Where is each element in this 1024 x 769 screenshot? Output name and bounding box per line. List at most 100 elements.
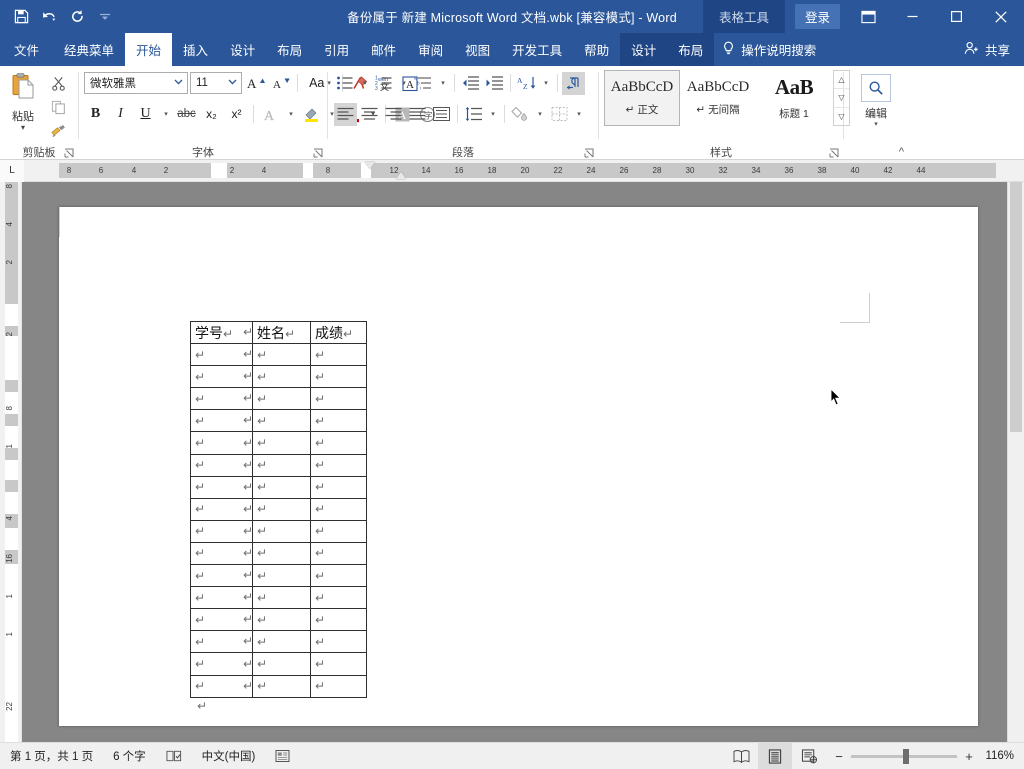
sign-in-button[interactable]: 登录 (795, 4, 840, 29)
table-cell[interactable]: ↵ (311, 653, 367, 675)
table-row[interactable]: ↵↵↵ (191, 410, 367, 432)
table-row[interactable]: ↵↵↵ (191, 542, 367, 564)
table-cell[interactable]: ↵ (311, 344, 367, 366)
tab-layout[interactable]: 布局 (266, 33, 313, 66)
table-header-cell[interactable]: 成绩↵ (311, 322, 367, 344)
customize-qat-icon[interactable] (92, 5, 118, 29)
paste-caret-icon[interactable]: ▾ (21, 125, 25, 131)
editing-button[interactable]: 编辑 ▾ (848, 70, 904, 128)
tab-references[interactable]: 引用 (313, 33, 360, 66)
table-cell[interactable]: ↵ (311, 520, 367, 542)
table-row[interactable]: ↵↵↵ (191, 344, 367, 366)
tab-review[interactable]: 审阅 (407, 33, 454, 66)
left-indent-marker[interactable] (396, 172, 406, 179)
page-indicator[interactable]: 第 1 页，共 1 页 (0, 748, 103, 764)
borders-chevron-icon[interactable]: ▾ (572, 103, 586, 126)
table-cell[interactable]: ↵ (311, 498, 367, 520)
copy-icon[interactable] (46, 97, 70, 118)
tab-view[interactable]: 视图 (454, 33, 501, 66)
bullets-icon[interactable] (334, 72, 357, 95)
tab-table-design[interactable]: 设计 (620, 33, 667, 66)
table-cell[interactable]: ↵ (253, 410, 311, 432)
table-cell[interactable]: ↵ (253, 454, 311, 476)
table-header-row[interactable]: 学号↵姓名↵成绩↵ (191, 322, 367, 344)
paragraph-dialog-launcher-icon[interactable] (584, 148, 595, 159)
align-right-icon[interactable] (382, 103, 405, 126)
redo-icon[interactable] (64, 5, 90, 29)
decrease-indent-icon[interactable] (459, 72, 482, 95)
table-cell[interactable]: ↵ (311, 388, 367, 410)
table-cell[interactable]: ↵ (253, 476, 311, 498)
table-cell[interactable]: ↵ (253, 653, 311, 675)
table-cell[interactable]: ↵ (311, 587, 367, 609)
table-row[interactable]: ↵↵↵ (191, 520, 367, 542)
style-item-no-spacing[interactable]: AaBbCcD ↵ 无间隔 (680, 70, 756, 126)
table-cell[interactable]: ↵ (253, 675, 311, 697)
word-count[interactable]: 6 个字 (103, 748, 156, 764)
sort-icon[interactable]: AZ (515, 72, 538, 95)
underline-chevron-icon[interactable]: ▾ (159, 103, 173, 126)
table-row[interactable]: ↵↵↵ (191, 609, 367, 631)
zoom-control[interactable]: − + (826, 749, 982, 764)
table-row[interactable]: ↵↵↵ (191, 565, 367, 587)
numbering-chevron-icon[interactable]: ▾ (397, 72, 411, 95)
view-print-layout-button[interactable] (758, 743, 792, 769)
table-cell[interactable]: ↵ (253, 565, 311, 587)
tell-me-search[interactable]: 操作说明搜索 (714, 33, 826, 66)
ribbon-display-options-icon[interactable] (846, 0, 890, 33)
multilevel-list-icon[interactable]: abi (412, 72, 435, 95)
table-header-cell[interactable]: 姓名↵ (253, 322, 311, 344)
font-name-combobox[interactable]: 微软雅黑 (84, 72, 188, 94)
sort-chevron-icon[interactable]: ▾ (539, 72, 553, 95)
tab-developer[interactable]: 开发工具 (501, 33, 573, 66)
close-icon[interactable] (978, 0, 1024, 33)
table-row[interactable]: ↵↵↵ (191, 432, 367, 454)
tab-design[interactable]: 设计 (219, 33, 266, 66)
zoom-slider[interactable] (851, 755, 957, 758)
font-dialog-launcher-icon[interactable] (313, 148, 324, 159)
table-cell[interactable]: ↵ (253, 609, 311, 631)
table-row[interactable]: ↵↵↵ (191, 366, 367, 388)
zoom-in-button[interactable]: + (964, 749, 974, 764)
table-row[interactable]: ↵↵↵ (191, 631, 367, 653)
document-canvas[interactable]: 学号↵姓名↵成绩↵↵↵↵↵↵↵↵↵↵↵↵↵↵↵↵↵↵↵↵↵↵↵↵↵↵↵↵↵↵↵↵… (22, 182, 1024, 742)
underline-button[interactable]: U (134, 103, 157, 126)
table-row[interactable]: ↵↵↵ (191, 388, 367, 410)
table-cell[interactable]: ↵ (311, 476, 367, 498)
language-indicator[interactable]: 中文(中国) (192, 748, 266, 764)
superscript-button[interactable]: x² (225, 103, 248, 126)
share-button[interactable]: 共享 (958, 33, 1024, 66)
show-formatting-marks-toggle[interactable] (562, 72, 585, 95)
table-cell[interactable]: ↵ (253, 542, 311, 564)
table-cell[interactable]: ↵ (311, 542, 367, 564)
vertical-ruler[interactable]: 8 4 2 2 8 1 4 16 1 1 22 (0, 182, 22, 742)
font-size-combobox[interactable]: 11 (190, 72, 242, 94)
table-cell[interactable]: ↵ (311, 454, 367, 476)
collapse-ribbon-icon[interactable]: ^ (899, 146, 904, 158)
italic-button[interactable]: I (109, 103, 132, 126)
text-effects-icon[interactable]: A (259, 103, 282, 126)
minimize-icon[interactable] (890, 0, 934, 33)
table-cell[interactable]: ↵ (311, 565, 367, 587)
table-cell[interactable]: ↵ (253, 587, 311, 609)
line-spacing-chevron-icon[interactable]: ▾ (486, 103, 500, 126)
clipboard-dialog-launcher-icon[interactable] (64, 148, 75, 159)
first-line-indent-marker[interactable] (365, 162, 375, 169)
document-table[interactable]: 学号↵姓名↵成绩↵↵↵↵↵↵↵↵↵↵↵↵↵↵↵↵↵↵↵↵↵↵↵↵↵↵↵↵↵↵↵↵… (190, 321, 367, 698)
text-effects-chevron-icon[interactable]: ▾ (284, 103, 298, 126)
proofing-status-icon[interactable] (156, 749, 192, 763)
tab-mailings[interactable]: 邮件 (360, 33, 407, 66)
grow-font-icon[interactable]: A (244, 72, 267, 95)
justify-icon[interactable] (406, 103, 429, 126)
format-painter-icon[interactable] (46, 121, 70, 142)
zoom-slider-thumb[interactable] (903, 749, 909, 764)
table-cell[interactable]: ↵ (253, 366, 311, 388)
table-cell[interactable]: ↵ (253, 388, 311, 410)
h-ruler-track[interactable]: 8 6 4 2 2 4 8 12 14 16 18 20 22 24 26 28… (24, 163, 1006, 178)
shading-icon[interactable] (509, 103, 532, 126)
table-cell[interactable]: ↵ (253, 344, 311, 366)
tab-file[interactable]: 文件 (0, 33, 53, 66)
tab-insert[interactable]: 插入 (172, 33, 219, 66)
table-cell[interactable]: ↵ (311, 675, 367, 697)
tab-help[interactable]: 帮助 (573, 33, 620, 66)
